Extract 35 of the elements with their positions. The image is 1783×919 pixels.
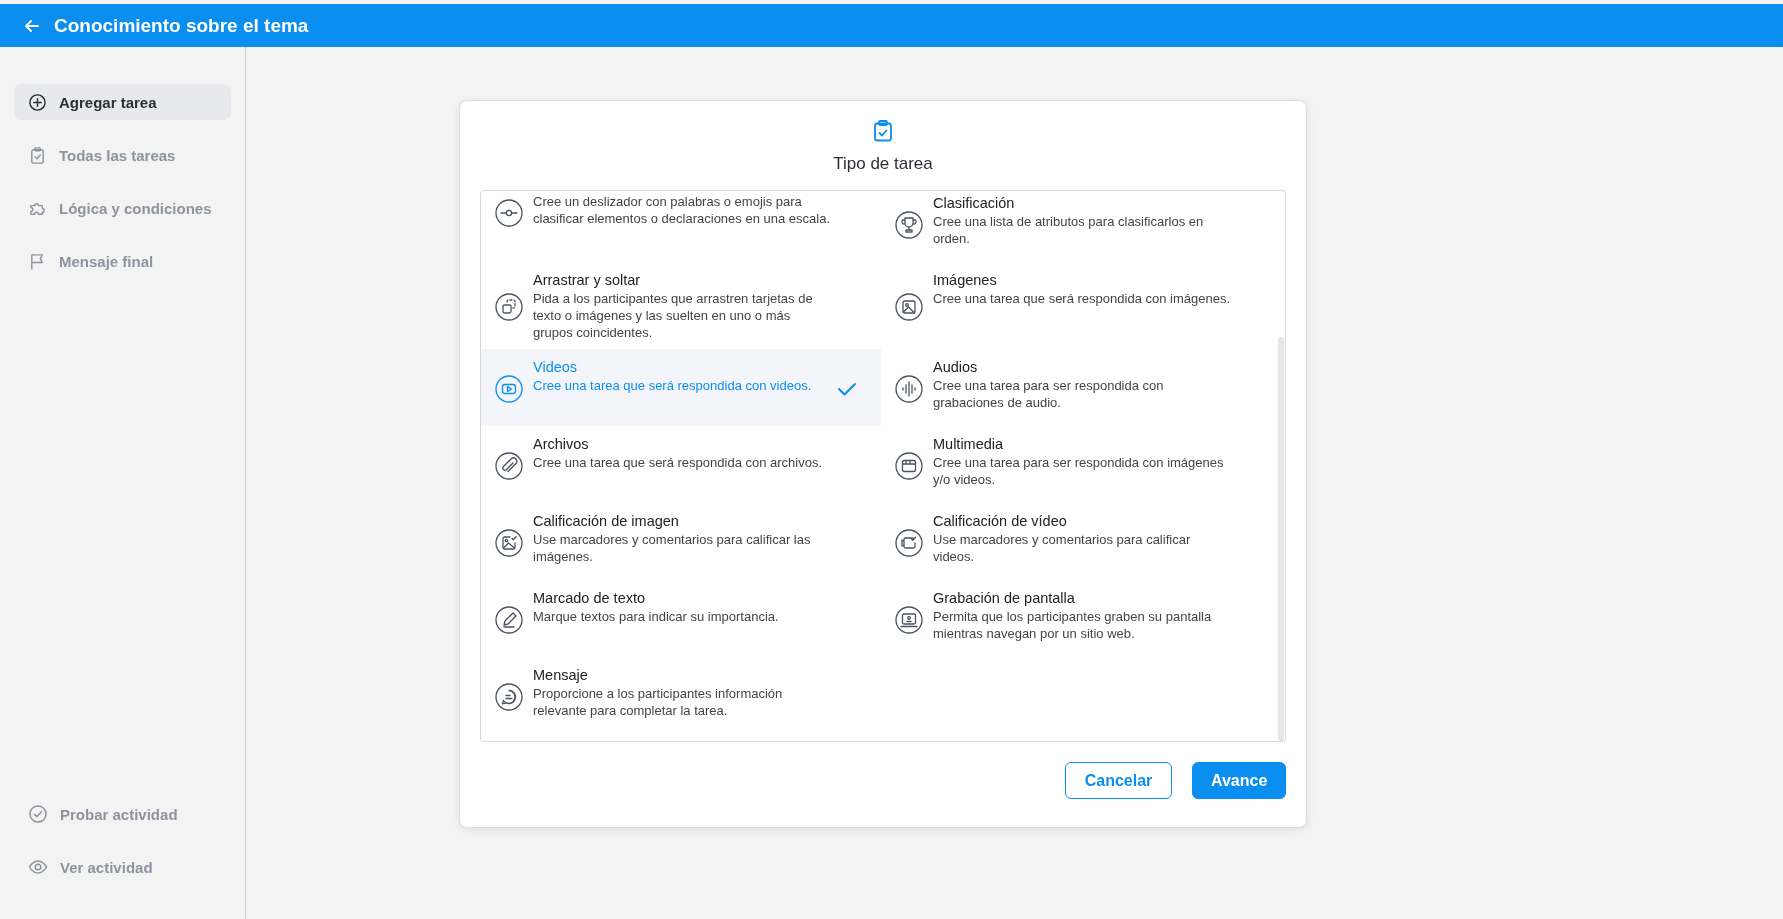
camera-check-icon [895, 528, 923, 557]
clipboard-check-icon [873, 120, 893, 142]
task-type-option[interactable]: Mensaje Proporcione a los participantes información relevante para completar la tarea. [481, 657, 881, 734]
paperclip-icon [495, 451, 523, 480]
sidebar-item[interactable]: Agregar tarea [14, 84, 231, 120]
eye-icon [28, 857, 48, 877]
task-type-option[interactable]: Archivos Cree una tarea que será respondida con archivos. [481, 426, 881, 503]
task-type-option[interactable]: Grabación de pantalla Permita que los participantes graben su pantalla mientras navegan por un sitio web. [881, 580, 1277, 657]
image-check-icon [495, 528, 523, 557]
dialog-title: Tipo de tarea [833, 154, 933, 174]
back-arrow-icon[interactable] [24, 17, 40, 34]
window-icon [895, 451, 923, 480]
task-type-option[interactable]: Multimedia Cree una tarea para ser respondida con imágenes y/o videos. [881, 426, 1277, 503]
task-type-option[interactable]: Calificación de vídeo Use marcadores y comentarios para calificar videos. [881, 503, 1277, 580]
add-icon [28, 92, 47, 112]
task-type-option[interactable]: Arrastrar y soltar Pida a los participantes que arrastren tarjetas de texto o imágenes y las suelten en uno o más grupos coincidentes. [481, 262, 881, 349]
laptop-icon [895, 605, 923, 634]
trophy-icon [895, 210, 923, 239]
task-type-option[interactable]: Calificación de imagen Use marcadores y comentarios para calificar las imágenes. [481, 503, 881, 580]
drag-cards-icon [495, 292, 523, 321]
checkmark-icon [837, 380, 857, 397]
task-type-option[interactable]: Clasificación Cree una lista de atributos para clasificarlos en orden. [881, 191, 1277, 262]
clipboard-icon [28, 145, 47, 165]
video-play-icon [495, 374, 523, 403]
image-icon [895, 292, 923, 321]
audio-wave-icon [895, 374, 923, 403]
task-type-option[interactable]: Cree un deslizador con palabras o emojis para clasificar elementos o declaraciones en una escala. [481, 191, 881, 262]
task-type-option[interactable]: Imágenes Cree una tarea que será respondida con imágenes. [881, 262, 1277, 349]
check-circle-icon [28, 804, 48, 824]
scrollbar-thumb[interactable] [1278, 337, 1284, 741]
task-type-option[interactable]: Marcado de texto Marque textos para indicar su importancia. [481, 580, 881, 657]
task-type-option[interactable]: Audios Cree una tarea para ser respondida con grabaciones de audio. [881, 349, 1277, 426]
pen-icon [495, 605, 523, 634]
slider-icon [495, 199, 523, 227]
page-title: Conocimiento sobre el tema [54, 14, 309, 37]
